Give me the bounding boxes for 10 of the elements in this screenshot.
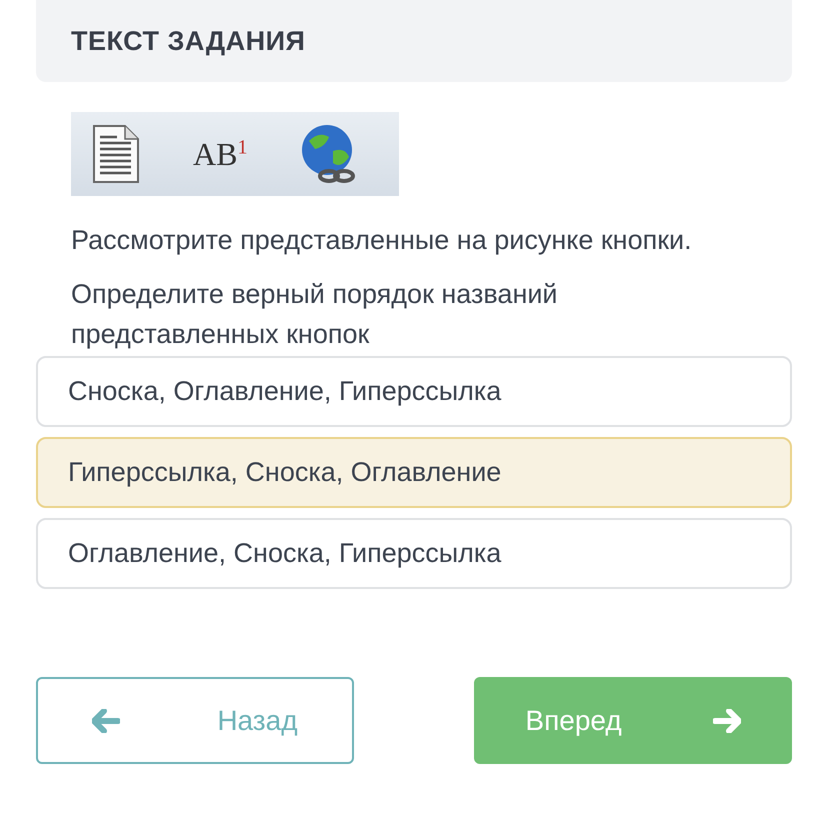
arrow-right-icon: [712, 708, 741, 732]
document-icon: [91, 123, 141, 185]
question-text: Определите верный порядок названий представленных кнопок: [71, 278, 559, 351]
answer-option[interactable]: Сноска, Оглавление, Гиперссылка: [36, 356, 792, 427]
answer-option[interactable]: Гиперссылка, Сноска, Оглавление: [36, 437, 792, 508]
answer-option[interactable]: Оглавление, Сноска, Гиперссылка: [36, 518, 792, 589]
arrow-left-icon: [92, 708, 120, 732]
task-title: ТЕКСТ ЗАДАНИЯ: [71, 26, 306, 56]
footnote-button-label: AB$^{1}$: [193, 136, 248, 172]
question-text: Рассмотрите представленные на рисунке кнопки.: [71, 224, 693, 257]
